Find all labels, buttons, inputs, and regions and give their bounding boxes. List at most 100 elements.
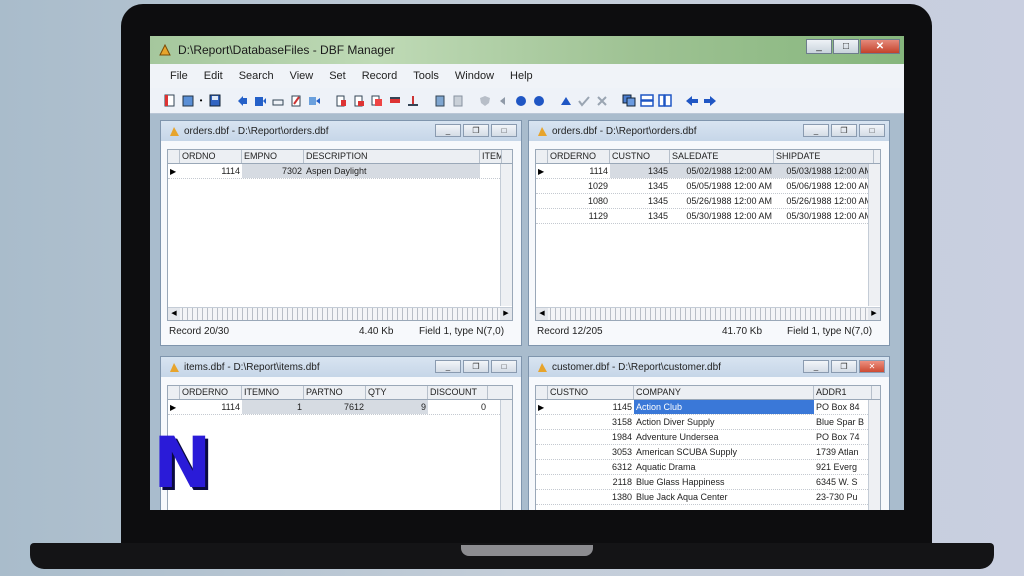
table-cell[interactable]: 1345 [610, 164, 670, 178]
child-restore-button[interactable]: ❐ [831, 124, 857, 137]
table-cell[interactable]: 6312 [548, 460, 634, 474]
table-cell[interactable]: PO Box 84 [814, 400, 872, 414]
export-icon[interactable] [270, 93, 285, 108]
table-cell[interactable]: 05/26/1988 12:00 AM [670, 194, 774, 208]
data-grid[interactable]: CUSTNO COMPANY ADDR1 ▶ 1145 Action Club … [535, 385, 881, 510]
circle-icon[interactable] [513, 93, 528, 108]
table-row[interactable]: 3053 American SCUBA Supply 1739 Atlan [536, 445, 880, 460]
table-row[interactable]: ▶ 1114 1345 05/02/1988 12:00 AM 05/03/19… [536, 164, 880, 179]
table-cell[interactable]: 1145 [548, 400, 634, 414]
vertical-scrollbar[interactable] [868, 400, 880, 510]
table-cell[interactable]: Aquatic Drama [634, 460, 814, 474]
table-row[interactable]: 6312 Aquatic Drama 921 Everg [536, 460, 880, 475]
table-cell[interactable]: 1345 [610, 209, 670, 223]
delete-icon[interactable] [387, 93, 402, 108]
table-cell[interactable]: 1739 Atlan [814, 445, 872, 459]
table-cell[interactable]: 1 [242, 400, 304, 414]
table-cell[interactable]: PO Box 74 [814, 430, 872, 444]
table-cell[interactable]: 05/30/1988 12:00 AM [670, 209, 774, 223]
table-cell[interactable]: 1114 [180, 164, 242, 178]
stop-icon[interactable] [531, 93, 546, 108]
customer-window[interactable]: customer.dbf - D:\Report\customer.dbf _ … [528, 356, 890, 510]
cut-icon[interactable] [351, 93, 366, 108]
menu-file[interactable]: File [162, 70, 196, 82]
table-cell[interactable]: 1984 [548, 430, 634, 444]
column-header[interactable]: SHIPDATE [774, 150, 874, 163]
table-cell[interactable]: Aspen Daylight [304, 164, 480, 178]
table-cell[interactable]: 1114 [180, 400, 242, 414]
table-cell[interactable]: 05/03/1988 12:00 AM [774, 164, 874, 178]
table-cell[interactable]: 3053 [548, 445, 634, 459]
table-cell[interactable]: 6345 W. S [814, 475, 872, 489]
items-window[interactable]: items.dbf - D:\Report\items.dbf _ ❐ □ OR… [160, 356, 522, 510]
shield-icon[interactable] [477, 93, 492, 108]
close-button[interactable]: ✕ [860, 39, 900, 54]
edit-icon[interactable] [288, 93, 303, 108]
horizontal-scrollbar[interactable]: ◀ ▶ [536, 307, 880, 320]
data-grid[interactable]: ORDERNO CUSTNO SALEDATE SHIPDATE ▶ 1114 … [535, 149, 881, 321]
table-row[interactable]: 1984 Adventure Undersea PO Box 74 [536, 430, 880, 445]
menu-tools[interactable]: Tools [405, 70, 447, 82]
child-restore-button[interactable]: ❐ [831, 360, 857, 373]
scroll-right-icon[interactable]: ▶ [500, 308, 512, 320]
table-cell[interactable]: Adventure Undersea [634, 430, 814, 444]
scroll-left-icon[interactable]: ◀ [168, 308, 180, 320]
column-header[interactable]: COMPANY [634, 386, 814, 399]
table-cell[interactable]: 05/02/1988 12:00 AM [670, 164, 774, 178]
import-icon[interactable] [306, 93, 321, 108]
table-cell[interactable]: 3158 [548, 415, 634, 429]
horizontal-scrollbar[interactable]: ◀ ▶ [168, 307, 512, 320]
paste-icon[interactable] [333, 93, 348, 108]
table-cell[interactable]: Blue Glass Happiness [634, 475, 814, 489]
table-cell[interactable]: 7302 [242, 164, 304, 178]
cancel-icon[interactable] [594, 93, 609, 108]
column-header[interactable]: PARTNO [304, 386, 366, 399]
back-arrow-icon[interactable] [684, 93, 699, 108]
menu-record[interactable]: Record [354, 70, 405, 82]
column-header[interactable]: QTY [366, 386, 428, 399]
first-record-icon[interactable] [234, 93, 249, 108]
up-icon[interactable] [558, 93, 573, 108]
new-icon[interactable] [162, 93, 177, 108]
table-row[interactable]: 3158 Action Diver Supply Blue Spar B [536, 415, 880, 430]
open-icon[interactable] [180, 93, 195, 108]
column-header[interactable]: SALEDATE [670, 150, 774, 163]
column-header[interactable]: ORDERNO [548, 150, 610, 163]
table-cell[interactable]: 7612 [304, 400, 366, 414]
table-cell-selected[interactable]: Action Club [634, 400, 814, 414]
copy-icon[interactable] [369, 93, 384, 108]
vertical-scrollbar[interactable] [868, 164, 880, 306]
child-maximize-button[interactable]: □ [491, 124, 517, 137]
column-header[interactable]: CUSTNO [548, 386, 634, 399]
table-cell[interactable]: 05/05/1988 12:00 AM [670, 179, 774, 193]
child-restore-button[interactable]: ❐ [463, 360, 489, 373]
table-row[interactable]: ▶ 1145 Action Club PO Box 84 [536, 400, 880, 415]
table-cell[interactable]: 921 Everg [814, 460, 872, 474]
table-cell[interactable]: 1080 [548, 194, 610, 208]
menu-window[interactable]: Window [447, 70, 502, 82]
column-header[interactable]: ORDNO [180, 150, 242, 163]
data-grid[interactable]: ORDNO EMPNO DESCRIPTION ITEM ▶ 1114 7302… [167, 149, 513, 321]
save-icon[interactable] [207, 93, 222, 108]
menu-search[interactable]: Search [231, 70, 282, 82]
table-cell[interactable]: 1380 [548, 490, 634, 504]
minimize-button[interactable]: _ [806, 39, 832, 54]
child-maximize-button[interactable]: □ [491, 360, 517, 373]
child-restore-button[interactable]: ❐ [463, 124, 489, 137]
table-row[interactable]: ▶ 1114 1 7612 9 0 [168, 400, 512, 415]
column-header[interactable]: DISCOUNT [428, 386, 488, 399]
scroll-left-icon[interactable]: ◀ [536, 308, 548, 320]
table-cell[interactable]: 1029 [548, 179, 610, 193]
table-row[interactable]: 1029 1345 05/05/1988 12:00 AM 05/06/1988… [536, 179, 880, 194]
child-minimize-button[interactable]: _ [803, 360, 829, 373]
column-header[interactable]: ADDR1 [814, 386, 872, 399]
table-cell[interactable]: American SCUBA Supply [634, 445, 814, 459]
orders-window-2[interactable]: orders.dbf - D:\Report\orders.dbf _ ❐ □ … [528, 120, 890, 346]
child-minimize-button[interactable]: _ [435, 360, 461, 373]
table-cell[interactable]: 05/26/1988 12:00 AM [774, 194, 874, 208]
table-row[interactable]: 1380 Blue Jack Aqua Center 23-730 Pu [536, 490, 880, 505]
forward-arrow-icon[interactable] [702, 93, 717, 108]
table-row[interactable]: 1129 1345 05/30/1988 12:00 AM 05/30/1988… [536, 209, 880, 224]
column-header[interactable]: EMPNO [242, 150, 304, 163]
table-cell[interactable]: 1345 [610, 179, 670, 193]
